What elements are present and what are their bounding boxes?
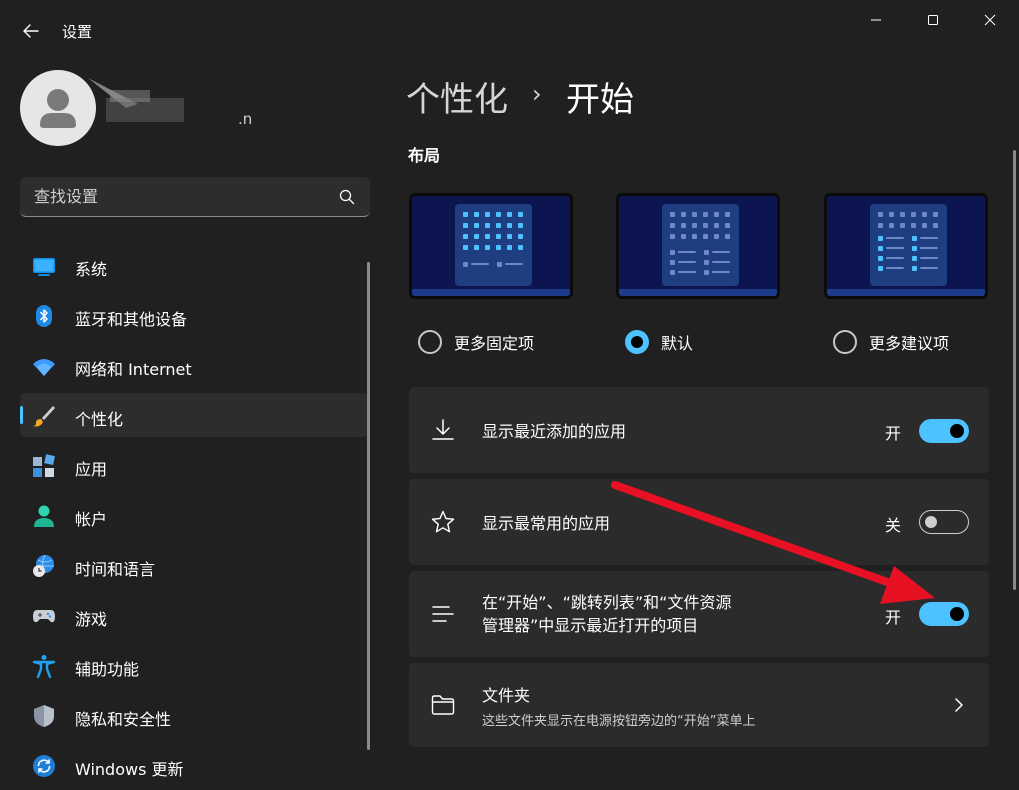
radio-label: 默认 (661, 334, 694, 353)
maximize-button[interactable] (913, 6, 953, 34)
thumb-preview (827, 196, 985, 296)
layout-section-title: 布局 (408, 146, 441, 165)
wifi-icon (32, 354, 56, 378)
thumb-preview (619, 196, 777, 296)
sidebar-item-windows-update[interactable]: Windows 更新 (20, 743, 368, 787)
radio-label: 更多建议项 (869, 334, 950, 353)
toggle-switch[interactable] (919, 510, 969, 534)
setting-label: 文件夹 (482, 686, 531, 705)
accessibility-icon (32, 654, 56, 678)
thumb-start-menu (455, 204, 532, 286)
setting-label-line1: 在“开始”、“跳转列表”和“文件资源 (482, 593, 732, 612)
update-icon (32, 754, 56, 778)
radio-label: 更多固定项 (454, 334, 535, 353)
sidebar-item-label: 网络和 Internet (75, 360, 192, 379)
sidebar-item-accessibility[interactable]: 辅助功能 (20, 643, 368, 687)
sidebar-item-label: 应用 (75, 460, 108, 479)
setting-description: 这些文件夹显示在电源按钮旁边的“开始”菜单上 (482, 714, 756, 729)
setting-label: 显示最近添加的应用 (482, 422, 627, 441)
sidebar-item-label: 个性化 (75, 410, 124, 429)
search-input[interactable] (20, 177, 330, 215)
page-title: 开始 (566, 80, 634, 120)
search-icon[interactable] (338, 188, 356, 206)
display-icon (32, 254, 56, 278)
breadcrumb-parent[interactable]: 个性化 (406, 72, 508, 121)
radio-circle[interactable] (833, 330, 857, 354)
redacted-name-overlay (88, 78, 184, 122)
back-button[interactable] (18, 18, 44, 44)
sidebar-item-privacy[interactable]: 隐私和安全性 (20, 693, 368, 737)
folder-icon (429, 691, 457, 719)
sidebar-item-label: 隐私和安全性 (75, 710, 172, 729)
star-icon (429, 508, 457, 536)
globe-clock-icon (32, 554, 56, 578)
setting-card-recently-added: 显示最近添加的应用 开 (409, 387, 989, 473)
toggle-state-label: 开 (885, 608, 902, 627)
sidebar-item-accounts[interactable]: 帐户 (20, 493, 368, 537)
sidebar-scrollbar[interactable] (367, 262, 370, 750)
sidebar-item-label: 辅助功能 (75, 660, 140, 679)
thumb-taskbar (412, 289, 570, 296)
arrow-left-icon (23, 24, 39, 38)
close-button[interactable] (970, 6, 1010, 34)
layout-thumb-default[interactable] (616, 193, 780, 299)
radio-default[interactable]: 默认 (625, 328, 693, 356)
toggle-state-label: 关 (885, 516, 902, 535)
setting-card-folders[interactable]: 文件夹 这些文件夹显示在电源按钮旁边的“开始”菜单上 (409, 663, 989, 747)
person-icon (40, 89, 76, 128)
setting-label-line2: 管理器”中显示最近打开的项目 (482, 616, 699, 635)
title-bar: 设置 (0, 0, 1019, 60)
breadcrumb-separator: › (532, 80, 542, 108)
setting-card-recent-items: 在“开始”、“跳转列表”和“文件资源 管理器”中显示最近打开的项目 开 (409, 571, 989, 657)
setting-label: 显示最常用的应用 (482, 514, 611, 533)
thumb-start-menu (870, 204, 947, 286)
app-title: 设置 (62, 23, 93, 41)
shield-icon (32, 704, 56, 728)
sidebar-item-label: 时间和语言 (75, 560, 156, 579)
sidebar-item-system[interactable]: 系统 (20, 243, 368, 287)
chevron-right-icon (955, 698, 963, 712)
sidebar-item-label: 游戏 (75, 610, 108, 629)
sidebar-item-personalization[interactable]: 个性化 (20, 393, 368, 437)
profile-email: .n (238, 110, 253, 128)
sidebar-item-label: Windows 更新 (75, 760, 184, 779)
radio-circle[interactable] (625, 330, 649, 354)
radio-more-recommendations[interactable]: 更多建议项 (833, 328, 949, 356)
minimize-button[interactable] (856, 6, 896, 34)
gamepad-icon (32, 604, 56, 628)
minimize-icon (871, 19, 881, 21)
download-icon (429, 416, 457, 444)
sidebar-item-time-language[interactable]: 时间和语言 (20, 543, 368, 587)
close-icon (984, 14, 996, 26)
sidebar-item-apps[interactable]: 应用 (20, 443, 368, 487)
sidebar-item-gaming[interactable]: 游戏 (20, 593, 368, 637)
bluetooth-icon (32, 304, 56, 328)
thumb-taskbar (619, 289, 777, 296)
sidebar-nav: 系统 蓝牙和其他设备 网络和 Internet 个性化 应用 帐户 时间和语言 … (20, 243, 368, 790)
paintbrush-icon (32, 404, 56, 428)
thumb-taskbar (827, 289, 985, 296)
radio-more-pins[interactable]: 更多固定项 (418, 328, 534, 356)
layout-thumb-more-pins[interactable] (409, 193, 573, 299)
toggle-switch[interactable] (919, 419, 969, 443)
maximize-icon (928, 15, 938, 25)
sidebar-item-label: 系统 (75, 260, 108, 279)
setting-card-most-used: 显示最常用的应用 关 (409, 479, 989, 565)
apps-icon (32, 454, 56, 478)
sidebar-item-label: 蓝牙和其他设备 (75, 310, 188, 329)
sidebar-item-network[interactable]: 网络和 Internet (20, 343, 368, 387)
list-icon (429, 600, 457, 628)
layout-thumb-more-recommendations[interactable] (824, 193, 988, 299)
account-icon (32, 504, 56, 528)
main-scrollbar[interactable] (1013, 150, 1016, 590)
toggle-state-label: 开 (885, 424, 902, 443)
thumb-start-menu (662, 204, 739, 286)
avatar[interactable] (20, 70, 96, 146)
thumb-preview (412, 196, 570, 296)
sidebar-item-label: 帐户 (75, 510, 108, 529)
toggle-switch[interactable] (919, 602, 969, 626)
radio-circle[interactable] (418, 330, 442, 354)
search-box[interactable] (20, 177, 370, 217)
sidebar-item-bluetooth[interactable]: 蓝牙和其他设备 (20, 293, 368, 337)
